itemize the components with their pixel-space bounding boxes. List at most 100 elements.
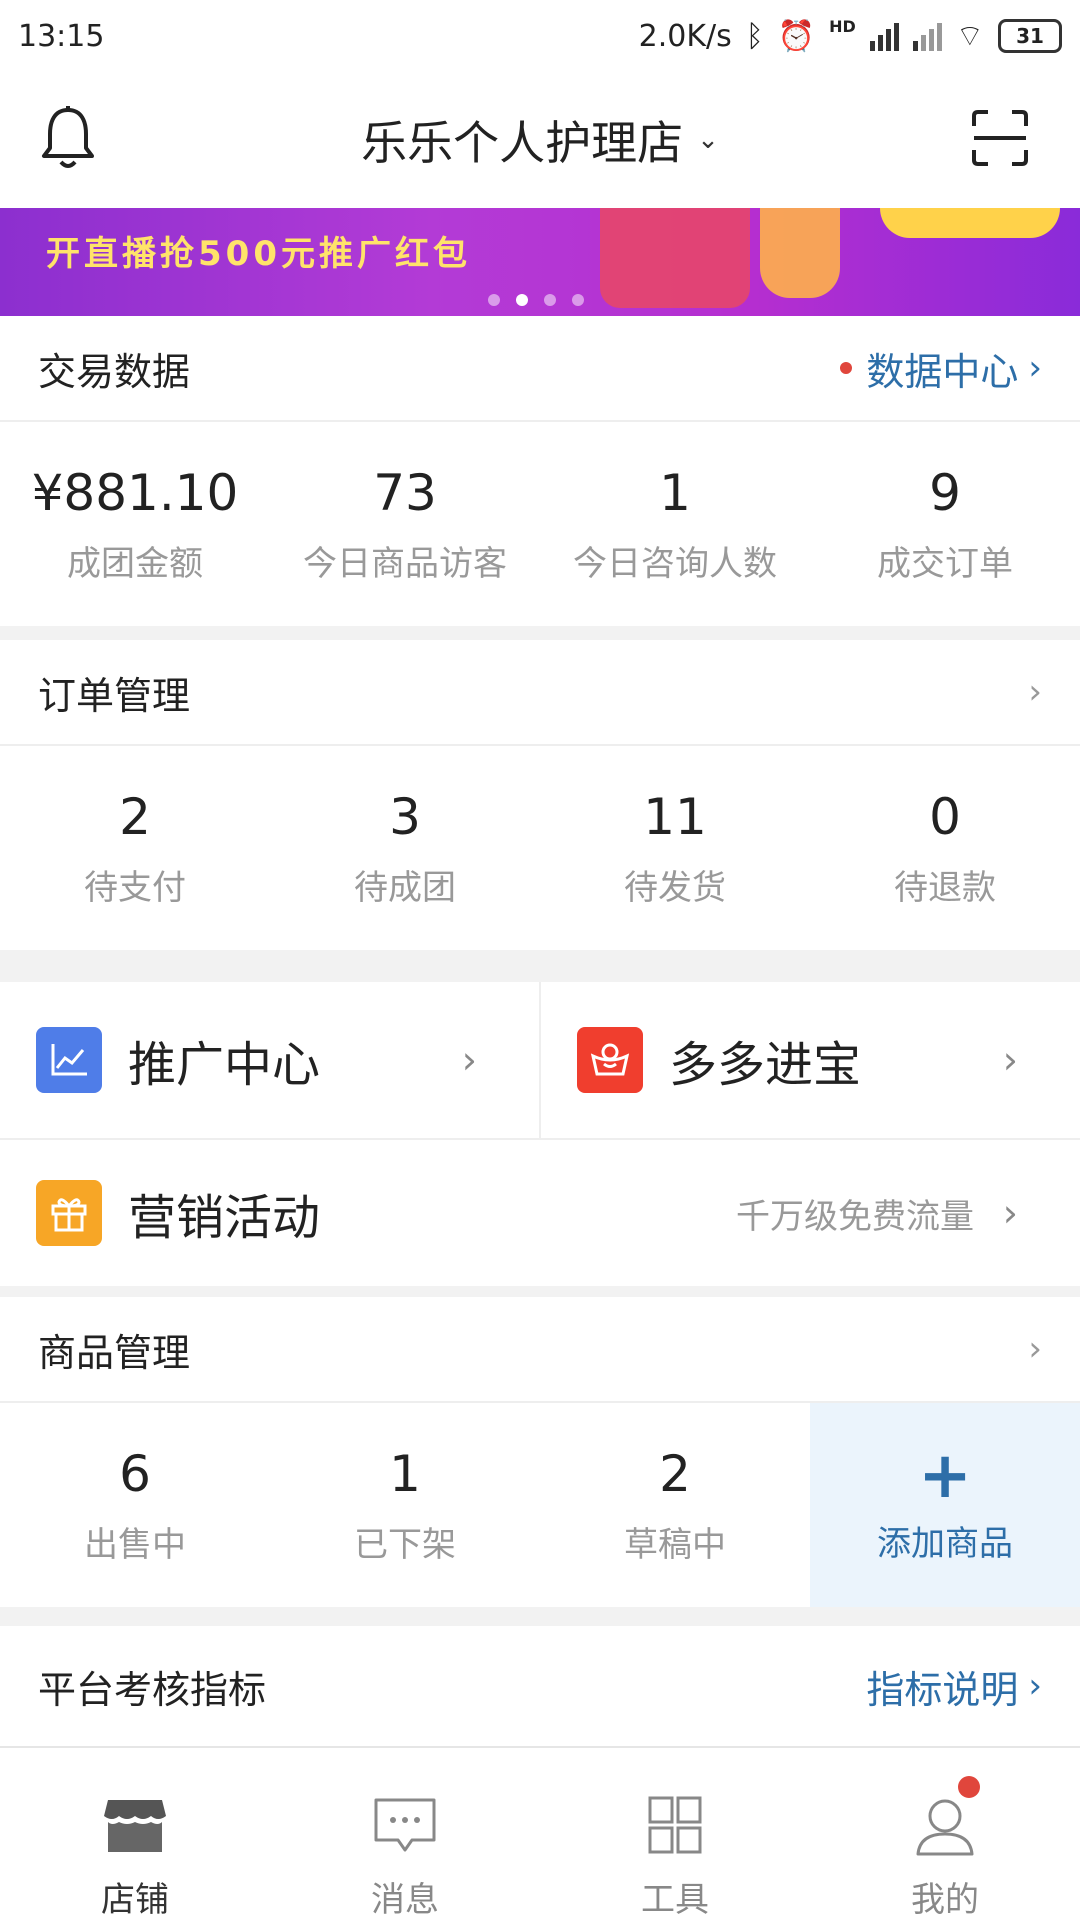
chevron-right-icon: ›: [1002, 1038, 1018, 1082]
notification-dot: [840, 362, 853, 374]
add-goods-label: 添加商品: [877, 1523, 1013, 1564]
signal-icon: [869, 21, 899, 51]
promotion-section: 推广中心 › 多多进宝 › 营销活动 千万级免费流量 ›: [0, 982, 1080, 1286]
goods-management-header[interactable]: 商品管理 ›: [0, 1297, 1080, 1403]
stat-visitors[interactable]: 73 今日商品访客: [270, 422, 540, 626]
ingot-icon: [577, 1027, 643, 1093]
add-goods-button[interactable]: + 添加商品: [810, 1403, 1080, 1607]
marketing-activity-label: 营销活动: [128, 1190, 321, 1246]
banner-pager: [488, 294, 584, 306]
order-pending-payment[interactable]: 2 待支付: [0, 746, 270, 950]
order-pending-refund[interactable]: 0 待退款: [810, 746, 1080, 950]
banner-gift-graphic: [600, 208, 750, 308]
shop-name: 乐乐个人护理店: [361, 116, 684, 170]
chevron-right-icon: ›: [461, 1038, 477, 1082]
plus-icon: +: [918, 1438, 972, 1513]
alarm-icon: ⏰: [777, 18, 816, 54]
tab-label: 工具: [641, 1880, 709, 1920]
stat-label: 成团金额: [67, 543, 203, 584]
app-header: 乐乐个人护理店 ⌄: [0, 72, 1080, 208]
stat-value: 2: [119, 787, 151, 846]
chevron-right-icon: ›: [1002, 1191, 1018, 1235]
stat-label: 待支付: [84, 867, 186, 908]
chevron-right-icon: ›: [1028, 1329, 1042, 1369]
notification-badge: [958, 1776, 980, 1798]
tab-label: 消息: [371, 1880, 439, 1920]
person-icon: [916, 1799, 974, 1856]
trade-data-title: 交易数据: [38, 349, 191, 394]
data-center-link[interactable]: 数据中心 ›: [840, 341, 1042, 396]
promo-banner[interactable]: 开直播抢500元推广红包: [0, 208, 1080, 316]
stat-group-amount[interactable]: ¥881.10 成团金额: [0, 422, 270, 626]
trade-data-section: 交易数据 数据中心 › ¥881.10 成团金额 73 今日商品访客 1 今日咨…: [0, 316, 1080, 626]
status-bar: 13:15 2.0K/s ᛒ ⏰ HD ⌔ 31: [0, 0, 1080, 72]
stat-label: 待成团: [354, 867, 456, 908]
promotion-row: 推广中心 › 多多进宝 ›: [0, 982, 1080, 1140]
stat-orders[interactable]: 9 成交订单: [810, 422, 1080, 626]
goods-drafts[interactable]: 2 草稿中: [540, 1403, 810, 1607]
duoduo-jinbao-label: 多多进宝: [669, 1037, 862, 1093]
duoduo-jinbao-entry[interactable]: 多多进宝 ›: [539, 982, 1080, 1138]
bell-icon[interactable]: [38, 104, 98, 174]
stat-value: 9: [929, 463, 961, 522]
platform-metrics-title: 平台考核指标: [38, 1667, 267, 1712]
shop-selector[interactable]: 乐乐个人护理店 ⌄: [361, 107, 719, 173]
stat-label: 今日咨询人数: [573, 543, 777, 584]
net-speed: 2.0K/s: [638, 18, 732, 54]
stat-label: 出售中: [84, 1524, 186, 1565]
chevron-right-icon: ›: [1028, 672, 1042, 712]
tab-store[interactable]: 店铺: [0, 1748, 270, 1922]
pager-dot: [572, 294, 584, 306]
chevron-right-icon: ›: [1028, 1666, 1042, 1706]
order-management-header[interactable]: 订单管理 ›: [0, 640, 1080, 746]
order-management-section: 订单管理 › 2 待支付 3 待成团 11 待发货 0 待退款: [0, 640, 1080, 950]
tab-me[interactable]: 我的: [810, 1748, 1080, 1922]
tab-label: 店铺: [101, 1880, 169, 1920]
promotion-center-entry[interactable]: 推广中心 ›: [0, 982, 539, 1138]
metrics-explanation-link[interactable]: 指标说明 ›: [866, 1659, 1042, 1714]
battery-icon: 31: [998, 19, 1062, 53]
data-center-label: 数据中心: [866, 349, 1019, 394]
promotion-center-label: 推广中心: [128, 1037, 321, 1093]
store-icon: [104, 1800, 166, 1852]
trade-data-header: 交易数据 数据中心 ›: [0, 316, 1080, 422]
goods-management-section: 商品管理 › 6 出售中 1 已下架 2 草稿中 + 添加商品: [0, 1297, 1080, 1607]
order-pending-shipment[interactable]: 11 待发货: [540, 746, 810, 950]
stat-label: 今日商品访客: [303, 543, 507, 584]
stat-value: 6: [119, 1444, 151, 1503]
tab-messages[interactable]: 消息: [270, 1748, 540, 1922]
order-pending-group[interactable]: 3 待成团: [270, 746, 540, 950]
stat-label: 待发货: [624, 867, 726, 908]
stat-label: 待退款: [894, 867, 996, 908]
tab-label: 我的: [911, 1880, 979, 1920]
stat-value: 73: [373, 463, 437, 522]
banner-text: 开直播抢500元推广红包: [46, 234, 471, 274]
stat-inquiries[interactable]: 1 今日咨询人数: [540, 422, 810, 626]
pager-dot: [488, 294, 500, 306]
metrics-explanation-label: 指标说明: [866, 1667, 1019, 1712]
goods-delisted[interactable]: 1 已下架: [270, 1403, 540, 1607]
stat-value: 11: [643, 787, 707, 846]
hd-label: HD: [829, 17, 856, 36]
pager-dot-active: [516, 294, 528, 306]
scan-icon[interactable]: [972, 110, 1028, 166]
tab-tools[interactable]: 工具: [540, 1748, 810, 1922]
chart-icon: [36, 1027, 102, 1093]
marketing-subtitle: 千万级免费流量: [736, 1196, 974, 1237]
order-stats: 2 待支付 3 待成团 11 待发货 0 待退款: [0, 746, 1080, 950]
bottom-tab-bar: 店铺 消息 工具 我的: [0, 1746, 1080, 1922]
stat-label: 成交订单: [877, 543, 1013, 584]
marketing-activity-entry[interactable]: 营销活动 千万级免费流量 ›: [0, 1140, 1080, 1286]
banner-cta-graphic: [880, 208, 1060, 238]
trade-stats: ¥881.10 成团金额 73 今日商品访客 1 今日咨询人数 9 成交订单: [0, 422, 1080, 626]
grid-icon: [648, 1796, 702, 1854]
goods-on-sale[interactable]: 6 出售中: [0, 1403, 270, 1607]
stat-value: 1: [389, 1444, 421, 1503]
platform-metrics-section: 平台考核指标 指标说明 ›: [0, 1626, 1080, 1746]
stat-value: 2: [659, 1444, 691, 1503]
stat-label: 已下架: [354, 1524, 456, 1565]
chevron-down-icon: ⌄: [697, 125, 719, 155]
pager-dot: [544, 294, 556, 306]
stat-value: 1: [659, 463, 691, 522]
stat-value: 3: [389, 787, 421, 846]
